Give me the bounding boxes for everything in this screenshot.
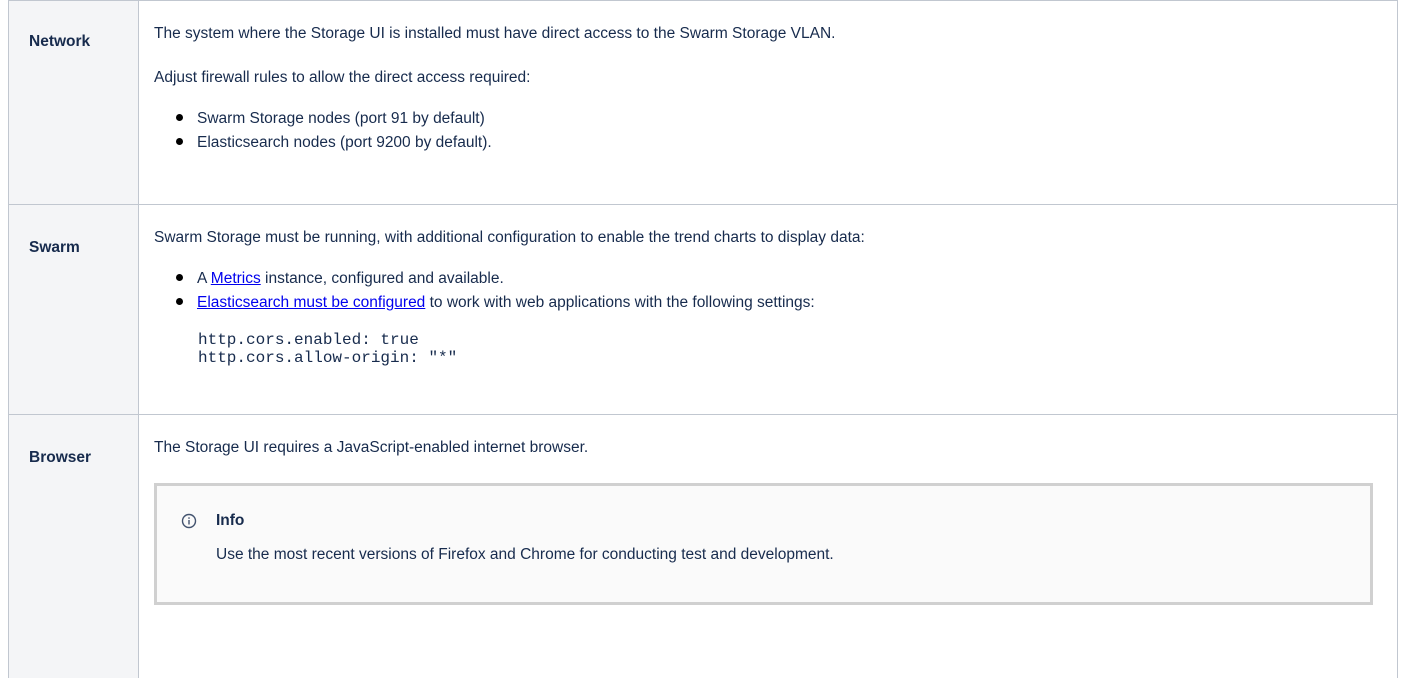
code-block: http.cors.enabled: true http.cors.allow-o…: [198, 331, 1381, 367]
list-item-prefix: A: [197, 270, 211, 287]
list-item-suffix: to work with web applications with the f…: [425, 294, 815, 311]
info-panel: Info Use the most recent versions of Fir…: [154, 483, 1373, 605]
network-row: Network The system where the Storage UI …: [8, 0, 1398, 205]
list-item: Elasticsearch nodes (port 9200 by defaul…: [174, 131, 1381, 155]
info-title: Info: [216, 512, 245, 529]
browser-content: The Storage UI requires a JavaScript-ena…: [138, 414, 1398, 678]
row-label: Swarm: [8, 204, 139, 415]
firewall-list: Swarm Storage nodes (port 91 by default)…: [154, 107, 1381, 155]
info-circle-icon: [181, 513, 197, 529]
code-line: http.cors.enabled: true: [198, 331, 419, 349]
metrics-link[interactable]: Metrics: [211, 270, 261, 287]
info-header: Info: [177, 512, 1350, 530]
list-item: A Metrics instance, configured and avail…: [174, 267, 1381, 291]
list-item: Swarm Storage nodes (port 91 by default): [174, 107, 1381, 131]
list-item: Elasticsearch must be configured to work…: [174, 291, 1381, 315]
list-item-text: Elasticsearch nodes (port 9200 by defaul…: [197, 134, 492, 151]
requirements-table: Network The system where the Storage UI …: [8, 0, 1398, 678]
row-label: Browser: [8, 414, 139, 678]
network-content: The system where the Storage UI is insta…: [138, 0, 1398, 205]
bullet-icon: [176, 298, 183, 305]
firewall-instruction: Adjust firewall rules to allow the direc…: [154, 69, 531, 86]
code-line: http.cors.allow-origin: "*": [198, 349, 458, 367]
bullet-icon: [176, 138, 183, 145]
row-label: Network: [8, 0, 139, 205]
list-item-text: Swarm Storage nodes (port 91 by default): [197, 110, 485, 127]
swarm-row: Swarm Swarm Storage must be running, wit…: [8, 204, 1398, 415]
browser-row: Browser The Storage UI requires a JavaSc…: [8, 414, 1398, 678]
swarm-intro: Swarm Storage must be running, with addi…: [154, 229, 865, 246]
info-text: Use the most recent versions of Firefox …: [216, 546, 834, 563]
swarm-content: Swarm Storage must be running, with addi…: [138, 204, 1398, 415]
bullet-icon: [176, 274, 183, 281]
elasticsearch-config-link[interactable]: Elasticsearch must be configured: [197, 294, 425, 311]
bullet-icon: [176, 114, 183, 121]
list-item-suffix: instance, configured and available.: [260, 270, 504, 287]
browser-intro: The Storage UI requires a JavaScript-ena…: [154, 439, 589, 456]
swarm-list: A Metrics instance, configured and avail…: [154, 267, 1381, 315]
network-intro: The system where the Storage UI is insta…: [154, 25, 836, 42]
